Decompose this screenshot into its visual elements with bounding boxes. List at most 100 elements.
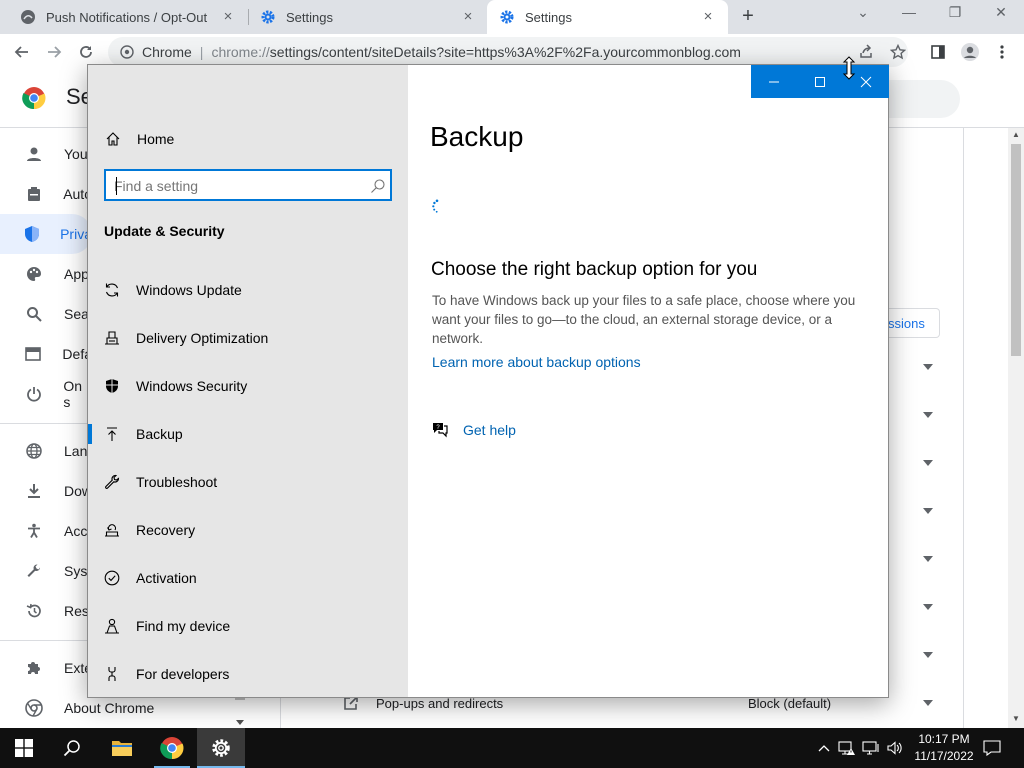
- nav-delivery-optimization[interactable]: Delivery Optimization: [88, 318, 408, 358]
- sidebar-item-privacy[interactable]: Priva: [0, 214, 92, 254]
- learn-more-link[interactable]: Learn more about backup options: [432, 354, 641, 370]
- chrome-logo-icon: [22, 86, 46, 110]
- close-tab-icon[interactable]: ×: [460, 9, 476, 25]
- dropdown-arrow-icon[interactable]: [920, 362, 936, 372]
- taskbar: 10:17 PM 11/17/2022: [0, 728, 1024, 768]
- file-explorer-button[interactable]: [98, 728, 146, 768]
- puzzle-icon: [24, 658, 44, 678]
- site-chip: Chrome: [142, 44, 192, 60]
- nav-backup[interactable]: Backup: [88, 414, 408, 454]
- side-panel-icon[interactable]: [926, 40, 950, 64]
- chevron-up-icon[interactable]: [815, 738, 833, 758]
- backup-description: To have Windows back up your files to a …: [432, 293, 856, 346]
- chrome-taskbar-button[interactable]: [148, 728, 196, 768]
- tab-settings-1[interactable]: Settings ×: [240, 0, 488, 34]
- dropdown-arrow-icon[interactable]: [920, 506, 936, 516]
- tab-push-notifications[interactable]: Push Notifications / Opt-Out ×: [0, 0, 248, 34]
- dropdown-arrow-icon[interactable]: [920, 458, 936, 468]
- delivery-icon: [104, 330, 120, 346]
- address-bar[interactable]: Chrome | chrome://settings/content/siteD…: [108, 37, 908, 67]
- accessibility-icon: [24, 521, 44, 541]
- nav-activation[interactable]: Activation: [88, 558, 408, 598]
- share-icon[interactable]: [854, 40, 878, 64]
- loading-spinner-icon: [432, 199, 446, 213]
- scrollbar-thumb[interactable]: [1011, 144, 1021, 356]
- dropdown-arrow-icon[interactable]: [920, 410, 936, 420]
- sidebar-item-system[interactable]: Syst: [0, 551, 92, 591]
- nav-label: Windows Security: [136, 378, 248, 394]
- nav-find-my-device[interactable]: Find my device: [88, 606, 408, 646]
- find-setting-input[interactable]: [114, 175, 354, 197]
- sidebar-item-you[interactable]: You: [0, 134, 92, 174]
- url-separator: |: [199, 44, 204, 60]
- chrome-outline-icon: [24, 698, 44, 718]
- download-icon: [24, 481, 44, 501]
- url-text[interactable]: chrome://settings/content/siteDetails?si…: [211, 44, 741, 60]
- home-link[interactable]: Home: [105, 129, 174, 149]
- maximize-button[interactable]: [797, 65, 843, 98]
- volume-icon[interactable]: [885, 738, 903, 758]
- nav-troubleshoot[interactable]: Troubleshoot: [88, 462, 408, 502]
- notification-center-icon[interactable]: [980, 728, 1004, 768]
- scroll-up-arrow-icon[interactable]: ▲: [1012, 130, 1020, 139]
- section-title: Update & Security: [104, 223, 225, 239]
- nav-recovery[interactable]: Recovery: [88, 510, 408, 550]
- taskbar-search-button[interactable]: [48, 728, 96, 768]
- chrome-site-icon[interactable]: [120, 45, 134, 59]
- close-tab-icon[interactable]: ×: [220, 9, 236, 25]
- forward-arrow-icon[interactable]: [42, 40, 66, 64]
- dropdown-arrow-icon[interactable]: [920, 554, 936, 564]
- reset-permissions-button[interactable]: ssions: [886, 308, 940, 338]
- scroll-down-arrow-icon[interactable]: ▼: [1012, 714, 1020, 723]
- sidebar-item-downloads[interactable]: Dow: [0, 471, 92, 511]
- minimize-icon[interactable]: —: [895, 4, 923, 20]
- sidebar-item-appearance[interactable]: App: [0, 254, 92, 294]
- new-tab-button[interactable]: +: [738, 6, 758, 26]
- window-controls: [751, 65, 889, 98]
- display-network-icon[interactable]: [862, 738, 880, 758]
- shield-icon: [104, 378, 120, 394]
- bookmark-star-icon[interactable]: [886, 40, 910, 64]
- sync-icon: [104, 282, 120, 298]
- sidebar-item-languages[interactable]: Lan: [0, 431, 92, 471]
- network-warning-icon[interactable]: [838, 738, 856, 758]
- page-scrollbar[interactable]: ▲ ▼: [1008, 128, 1024, 728]
- find-setting-search[interactable]: [104, 169, 392, 201]
- system-clock[interactable]: 10:17 PM 11/17/2022: [904, 731, 984, 765]
- nav-windows-update[interactable]: Windows Update: [88, 270, 408, 310]
- nav-windows-security[interactable]: Windows Security: [88, 366, 408, 406]
- shield-icon: [24, 224, 40, 244]
- nav-label: Activation: [136, 570, 197, 586]
- sidebar-divider: [0, 640, 92, 641]
- tab-settings-2[interactable]: Settings ×: [487, 0, 728, 34]
- gear-icon: [212, 739, 230, 757]
- settings-taskbar-button[interactable]: [197, 728, 245, 768]
- sidebar-item-extensions[interactable]: Exte: [0, 648, 92, 688]
- sidebar-item-on-startup[interactable]: On s: [0, 374, 92, 414]
- nav-for-developers[interactable]: For developers: [88, 654, 408, 694]
- tab-search-icon[interactable]: ⌄: [849, 4, 877, 21]
- close-window-icon[interactable]: ✕: [987, 4, 1015, 21]
- profile-avatar-icon[interactable]: [958, 40, 982, 64]
- minimize-button[interactable]: [751, 65, 797, 98]
- sidebar-item-default-browser[interactable]: Defa: [0, 334, 92, 374]
- start-button[interactable]: [0, 728, 48, 768]
- sidebar-item-reset[interactable]: Res: [0, 591, 92, 631]
- get-help-link[interactable]: ? Get help: [431, 420, 516, 440]
- developer-icon: [104, 666, 120, 682]
- more-menu-icon[interactable]: [990, 40, 1014, 64]
- reload-icon[interactable]: [74, 40, 98, 64]
- close-tab-icon[interactable]: ×: [700, 9, 716, 25]
- sidebar-item-accessibility[interactable]: Acc: [0, 511, 92, 551]
- folder-icon: [112, 741, 132, 756]
- dropdown-arrow-icon[interactable]: [920, 602, 936, 612]
- restore-icon[interactable]: ❐: [941, 4, 969, 21]
- dropdown-arrow-icon[interactable]: [920, 650, 936, 660]
- popups-select[interactable]: Block (default): [748, 696, 831, 711]
- windows-settings-window: Home Update & Security Windows Update De…: [87, 64, 889, 698]
- sidebar-item-search-engine[interactable]: Sea: [0, 294, 92, 334]
- sidebar-item-autofill[interactable]: Auto: [0, 174, 92, 214]
- back-arrow-icon[interactable]: [10, 40, 34, 64]
- search-icon[interactable]: [370, 178, 386, 194]
- tab-title: Settings: [286, 9, 333, 25]
